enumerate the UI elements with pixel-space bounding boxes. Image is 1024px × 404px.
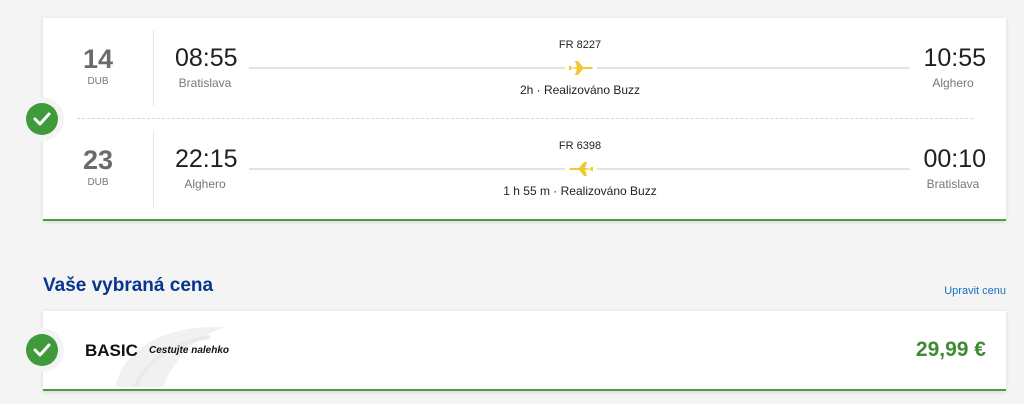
flight-day: 14: [82, 44, 114, 74]
edit-price-link[interactable]: Upravit cenu: [944, 285, 1006, 297]
route-line: [249, 168, 565, 170]
fare-name: BASIC: [85, 341, 138, 360]
check-icon: [26, 334, 58, 366]
flight-month: DUB: [87, 177, 109, 188]
arrival-time: 10:55: [923, 44, 986, 72]
flight-month: DUB: [87, 76, 109, 87]
fare-price: 29,99 €: [915, 338, 986, 361]
flight-duration-operator: 1 h 55 m · Realizováno Buzz: [503, 184, 657, 198]
route-line: [597, 67, 910, 69]
departure-time: 08:55: [175, 44, 238, 72]
flight-day: 23: [82, 145, 114, 175]
flights-card: 14 DUB 08:55 Bratislava FR 8227 2h · Rea…: [43, 18, 1006, 221]
fare-description: Cestujte nalehko: [149, 345, 230, 356]
departure-city: Alghero: [184, 177, 226, 191]
divider: [153, 131, 154, 207]
route-line: [249, 67, 565, 69]
arrival-city: Alghero: [932, 76, 974, 90]
flight-row-outbound: 14 DUB 08:55 Bratislava FR 8227 2h · Rea…: [43, 18, 1006, 118]
fare-check-badge: [20, 328, 64, 372]
route-line: [597, 168, 910, 170]
price-section-title: Vaše vybraná cena: [43, 275, 214, 296]
flight-row-return: 23 DUB 22:15 Alghero FR 6398 1 h 55 m · …: [43, 119, 1006, 219]
flight-number: FR 8227: [558, 39, 602, 51]
flights-check-badge: [20, 97, 64, 141]
departure-city: Bratislava: [178, 76, 232, 90]
divider: [153, 30, 154, 106]
flight-date: 23 DUB: [43, 145, 153, 188]
flight-duration-operator: 2h · Realizováno Buzz: [519, 83, 641, 97]
arrival-time: 00:10: [923, 145, 986, 173]
departure-time: 22:15: [175, 145, 238, 173]
fare-card[interactable]: BASIC Cestujte nalehko 29,99 €: [43, 311, 1006, 391]
plane-left-icon: [569, 162, 593, 176]
plane-right-icon: [569, 61, 593, 75]
flight-number: FR 6398: [558, 140, 602, 152]
check-icon: [26, 103, 58, 135]
flight-date: 14 DUB: [43, 44, 153, 87]
arrival-city: Bratislava: [926, 177, 980, 191]
